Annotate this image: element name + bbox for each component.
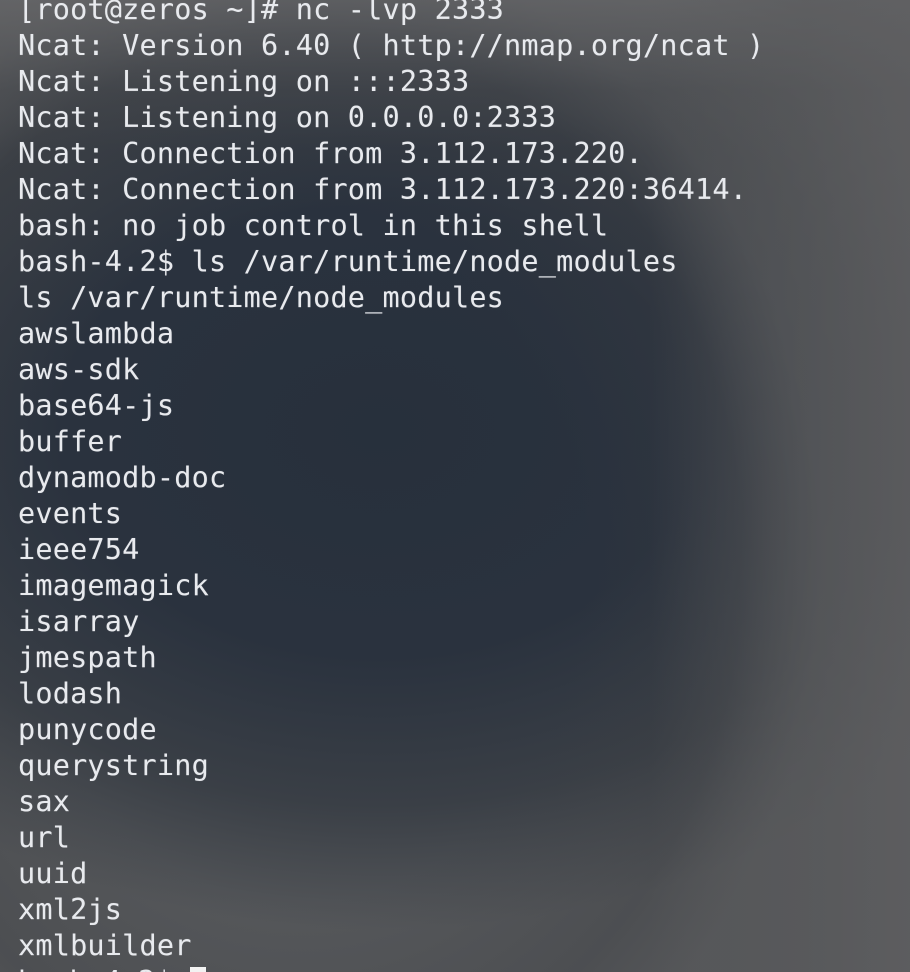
text-cursor [189, 967, 206, 972]
output-line: Ncat: Listening on 0.0.0.0:2333 [18, 101, 557, 134]
terminal-output: [root@zeros ~]# nc -lvp 2333 Ncat: Versi… [18, 0, 764, 972]
module-name: ieee754 [18, 533, 140, 566]
module-name: uuid [18, 857, 88, 890]
output-line: Ncat: Connection from 3.112.173.220:3641… [18, 173, 748, 206]
output-line: bash: no job control in this shell [18, 209, 609, 242]
output-line: Ncat: Version 6.40 ( http://nmap.org/nca… [18, 29, 765, 62]
command-line: bash-4.2$ ls /var/runtime/node_modules [18, 245, 678, 278]
terminal-window[interactable]: [root@zeros ~]# nc -lvp 2333 Ncat: Versi… [0, 0, 910, 972]
module-name: base64-js [18, 389, 175, 422]
module-name: events [18, 497, 123, 530]
module-name: punycode [18, 713, 157, 746]
module-name: xmlbuilder [18, 929, 192, 962]
output-line: Ncat: Listening on :::2333 [18, 65, 470, 98]
module-name: jmespath [18, 641, 157, 674]
shell-prompt[interactable]: bash-4.2$ [18, 964, 764, 972]
module-name: imagemagick [18, 569, 209, 602]
module-name: aws-sdk [18, 353, 140, 386]
prompt-text: bash-4.2$ [18, 964, 190, 972]
module-name: sax [18, 785, 71, 818]
command-line: [root@zeros ~]# nc -lvp 2333 [18, 0, 505, 26]
module-name: isarray [18, 605, 140, 638]
module-name: awslambda [18, 317, 175, 350]
module-name: buffer [18, 425, 123, 458]
output-line: ls /var/runtime/node_modules [18, 281, 505, 314]
module-name: querystring [18, 749, 209, 782]
module-name: dynamodb-doc [18, 461, 227, 494]
output-line: Ncat: Connection from 3.112.173.220. [18, 137, 643, 170]
module-name: xml2js [18, 893, 123, 926]
module-name: url [18, 821, 71, 854]
module-name: lodash [18, 677, 123, 710]
